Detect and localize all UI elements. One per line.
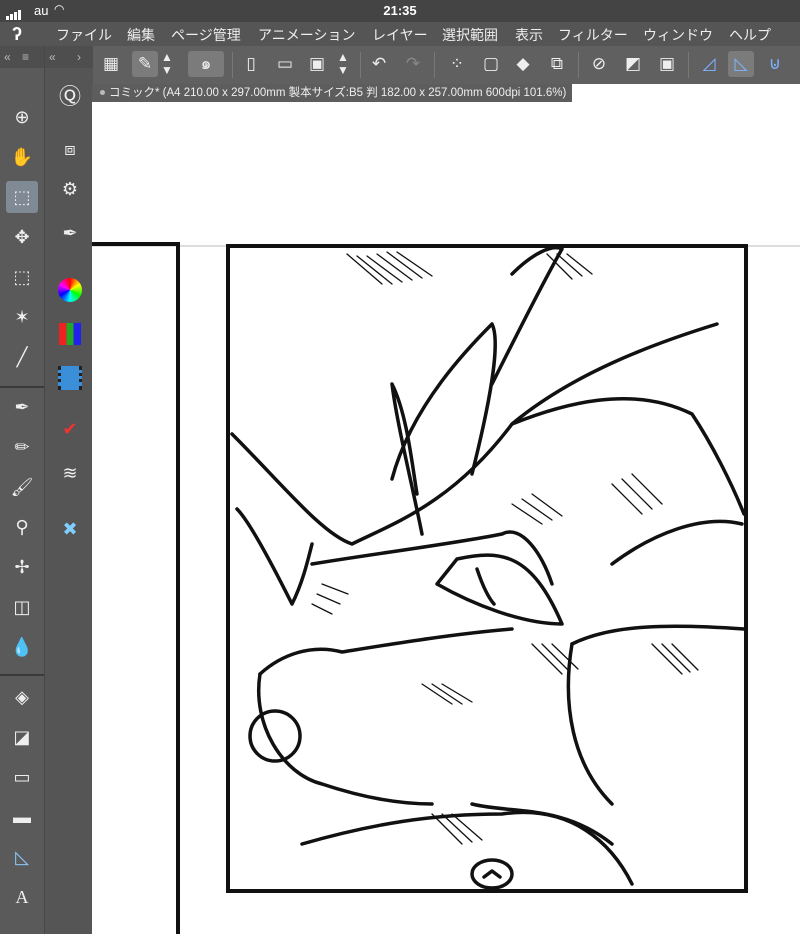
material-icon[interactable]: ✖ [55,514,85,544]
selection-icon[interactable]: ⬚ [6,261,38,293]
text-icon[interactable]: A [6,881,38,913]
brush-icon[interactable]: 🖌 [6,471,38,503]
timeline-icon[interactable] [55,362,85,392]
menu-animation[interactable]: アニメーション [258,25,355,45]
menu-filter[interactable]: フィルター [558,25,628,45]
move-layer-icon[interactable]: ✥ [6,221,38,253]
frame-border-icon[interactable]: ▬ [6,801,38,833]
airbrush-icon[interactable]: ⚲ [6,511,38,543]
pen-icon[interactable]: ✒ [6,391,38,423]
tool-property-icon[interactable]: ⚙ [55,174,85,204]
decoration-icon[interactable]: ✢ [6,551,38,583]
menu-window[interactable]: ウィンドウ [643,25,713,45]
zoom-icon[interactable]: ⊕ [6,101,38,133]
history-icon[interactable]: ✔ [55,414,85,444]
new-file-icon[interactable]: ▯ [238,51,264,77]
eyedropper-icon[interactable]: ╱ [6,341,38,373]
tool-palette-header: « ≡ [0,46,44,68]
collapse-left-icon[interactable]: « [4,50,11,64]
save-icon[interactable]: ▣ [304,51,330,77]
pencil-icon[interactable]: ✏ [6,431,38,463]
menu-selection[interactable]: 選択範囲 [442,25,498,45]
canvas-area[interactable]: コミック* (A4 210.00 x 297.00mm 製本サイズ:B5 判 1… [92,84,800,934]
collapse-panel-icon[interactable]: « [49,50,56,64]
hand-icon[interactable]: ✋ [6,141,38,173]
layer-property-icon[interactable]: ⧈ [55,134,85,164]
figure-icon[interactable]: ▭ [6,761,38,793]
menu-view[interactable]: 表示 [515,25,543,45]
menu-layer[interactable]: レイヤー [372,25,428,45]
tool-palette: « ≡ ⊕ ✋ ⬚ ✥ ⬚ ✶ ╱ ✒ ✏ 🖌 ⚲ ✢ ◫ 💧 ◈ ◪ ▭ ▬ … [0,46,44,934]
status-time: 21:35 [383,3,417,18]
grid-snap-icon[interactable]: ⊍ [762,51,788,77]
menu-page-manage[interactable]: ページ管理 [171,25,241,45]
panel-menu-icon[interactable]: ≡ [22,50,29,64]
menu-help[interactable]: ヘルプ [729,25,771,45]
auto-select-icon[interactable]: ✶ [6,301,38,333]
panel-bar-header: « › [45,46,93,68]
menu-file[interactable]: ファイル [56,25,112,45]
fill-icon[interactable]: ◈ [6,681,38,713]
sub-tool-detail-icon[interactable]: ✒ [55,218,85,248]
command-bar: ▦ ✎ ▲ ▼ ๑ ▯ ▭ ▣ ▲ ▼ ↶ ↷ ⁘ ▢ ◆ ⧉ ⊘ ◩ ▣ ◿ ◺ … [92,46,800,85]
menu-bar: ʔ ファイル 編集 ページ管理 アニメーション レイヤー 選択範囲 表示 フィル… [0,22,800,46]
color-set-icon[interactable] [55,318,85,348]
clear-icon[interactable]: ⁘ [444,51,470,77]
quick-access-icon[interactable]: Ⓠ [55,82,85,112]
paint-bucket-icon[interactable]: ◆ [510,51,536,77]
panel-bar: « › Ⓠ ⧈ ⚙ ✒ ✔ ≋ ✖ [44,46,93,934]
open-folder-icon[interactable]: ▭ [272,51,298,77]
edit-icon[interactable]: ✎ [132,51,158,77]
eraser-icon[interactable]: ◫ [6,591,38,623]
layer-icon[interactable]: ≋ [55,458,85,488]
invert-selection-icon[interactable]: ◩ [620,51,646,77]
operation-icon[interactable]: ⬚ [6,181,38,213]
special-ruler-snap-icon[interactable]: ◺ [728,51,754,77]
up-down-icon[interactable]: ▲ ▼ [158,51,176,77]
selection-border-icon[interactable]: ▣ [654,51,680,77]
comic-page-artwork [92,242,800,934]
transform-icon[interactable]: ⧉ [544,51,570,77]
menu-edit[interactable]: 編集 [127,25,155,45]
deselect-icon[interactable]: ⊘ [586,51,612,77]
gradient-icon[interactable]: ◪ [6,721,38,753]
app-logo-icon[interactable]: ʔ [12,24,34,44]
expand-panel-icon[interactable]: › [77,50,81,64]
blend-icon[interactable]: 💧 [6,631,38,663]
redo-icon[interactable]: ↷ [400,51,426,77]
spiral-icon[interactable]: ๑ [188,51,224,77]
fill-selection-icon[interactable]: ▢ [478,51,504,77]
ruler-snap-icon[interactable]: ◿ [696,51,722,77]
grid-view-icon[interactable]: ▦ [98,51,124,77]
undo-icon[interactable]: ↶ [366,51,392,77]
save-options-icon[interactable]: ▲ ▼ [334,51,352,77]
ruler-icon[interactable]: ◺ [6,841,38,873]
status-bar: au ◠ 21:35 [0,0,800,22]
color-wheel-icon[interactable] [55,274,85,304]
